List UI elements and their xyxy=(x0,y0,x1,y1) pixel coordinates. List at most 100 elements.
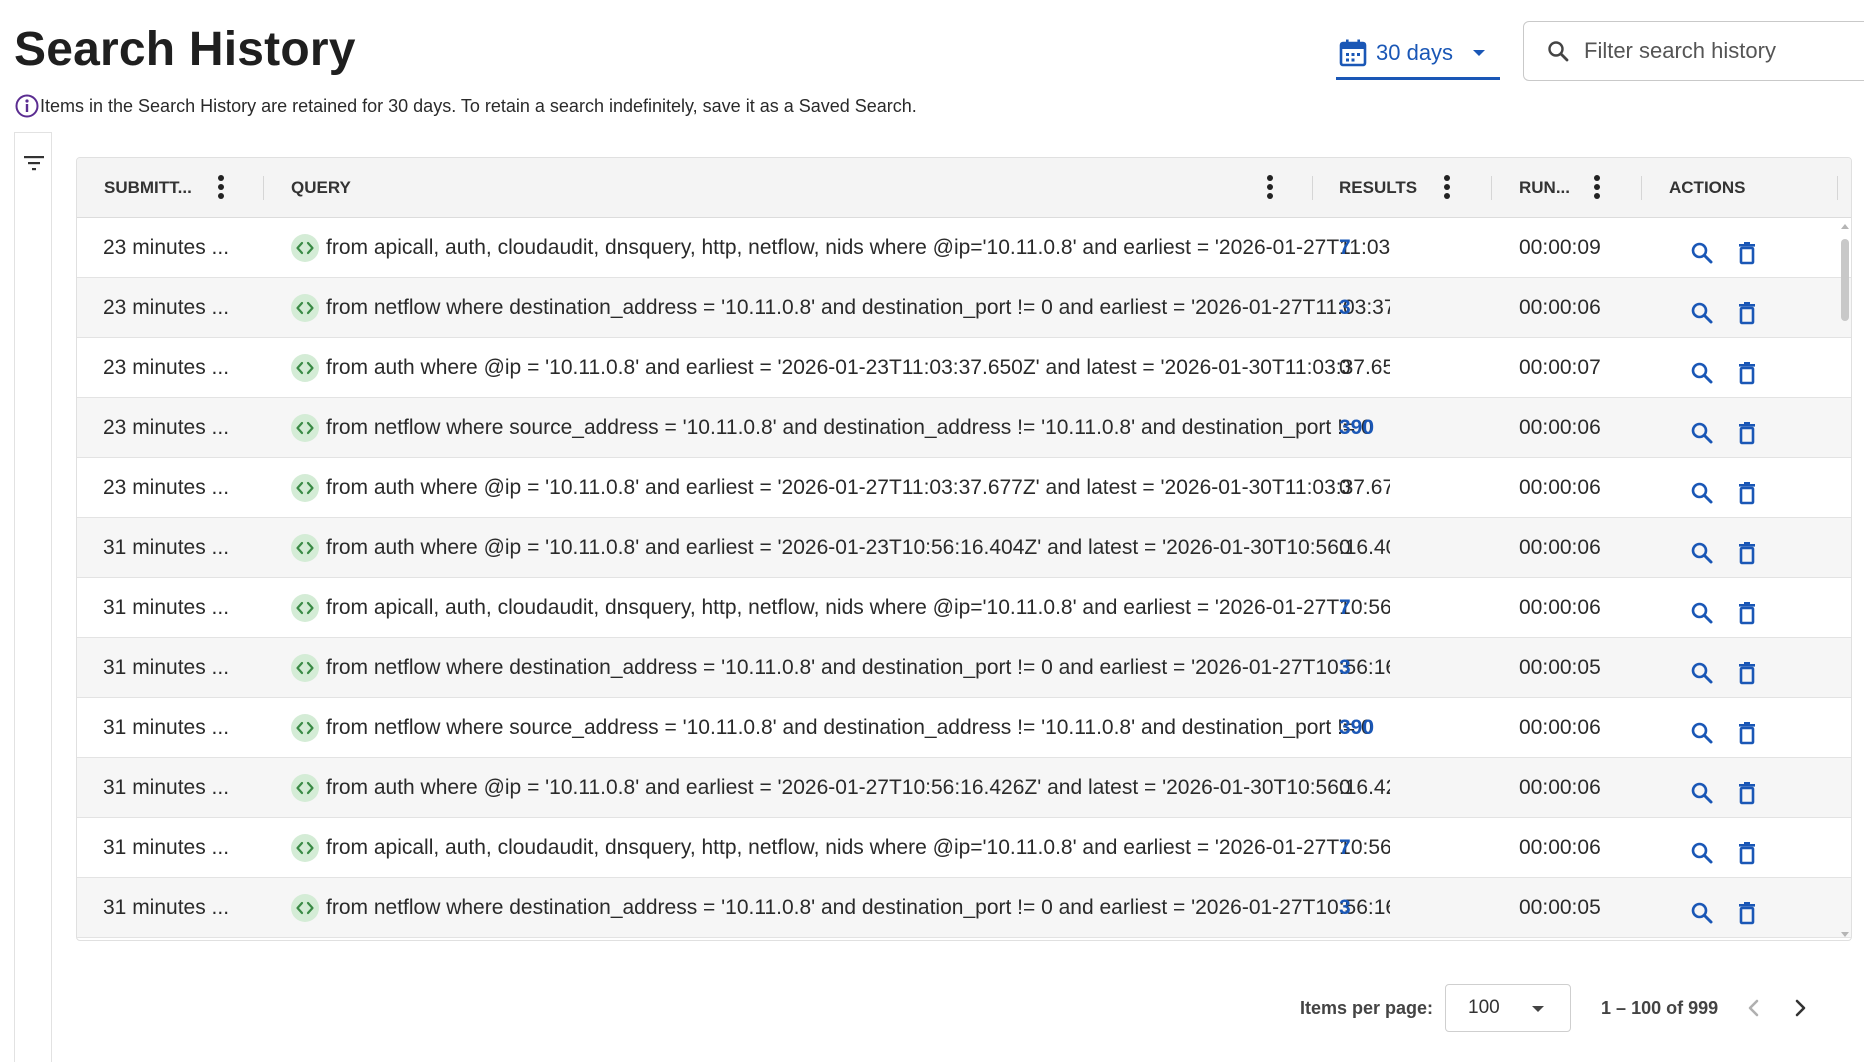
results-cell[interactable]: 3 xyxy=(1339,878,1459,938)
run-search-icon[interactable] xyxy=(1689,660,1715,686)
table-row[interactable]: 31 minutes ... from apicall, auth, cloud… xyxy=(77,818,1851,878)
query-cell[interactable]: from apicall, auth, cloudaudit, dnsquery… xyxy=(290,578,1390,638)
date-range-select[interactable]: 30 days xyxy=(1336,28,1500,80)
actions-cell xyxy=(1689,518,1809,578)
column-menu-icon[interactable] xyxy=(1593,174,1601,200)
submitted-cell: 23 minutes ... xyxy=(103,416,230,439)
trash-icon[interactable] xyxy=(1734,780,1760,806)
results-cell[interactable]: 390 xyxy=(1339,398,1459,458)
query-cell[interactable]: from netflow where destination_address =… xyxy=(290,278,1390,338)
trash-icon[interactable] xyxy=(1734,360,1760,386)
column-separator xyxy=(1837,176,1838,200)
results-cell[interactable]: 3 xyxy=(1339,638,1459,698)
trash-icon[interactable] xyxy=(1734,600,1760,626)
table-row[interactable]: 31 minutes ... from auth where @ip = '10… xyxy=(77,518,1851,578)
run-search-icon[interactable] xyxy=(1689,420,1715,446)
table-row[interactable]: 23 minutes ... from auth where @ip = '10… xyxy=(77,338,1851,398)
results-cell[interactable]: 7 xyxy=(1339,818,1459,878)
submitted-cell: 31 minutes ... xyxy=(103,896,230,919)
date-range-label: 30 days xyxy=(1376,39,1454,65)
code-icon xyxy=(291,534,319,562)
trash-icon[interactable] xyxy=(1734,660,1760,686)
table-row[interactable]: 31 minutes ... from apicall, auth, cloud… xyxy=(77,578,1851,638)
column-separator[interactable] xyxy=(1641,176,1642,200)
trash-icon[interactable] xyxy=(1734,720,1760,746)
trash-icon[interactable] xyxy=(1734,300,1760,326)
query-text: from auth where @ip = '10.11.0.8' and ea… xyxy=(326,356,1390,379)
query-cell[interactable]: from netflow where destination_address =… xyxy=(290,878,1390,938)
column-header-results[interactable]: RESULTS xyxy=(1339,158,1417,218)
run-search-icon[interactable] xyxy=(1689,600,1715,626)
query-cell[interactable]: from auth where @ip = '10.11.0.8' and ea… xyxy=(290,458,1390,518)
scrollbar-thumb[interactable] xyxy=(1841,239,1849,321)
trash-icon[interactable] xyxy=(1734,420,1760,446)
table-row[interactable]: 31 minutes ... from netflow where destin… xyxy=(77,638,1851,698)
results-cell[interactable]: 7 xyxy=(1339,578,1459,638)
column-separator[interactable] xyxy=(1312,176,1313,200)
query-cell[interactable]: from auth where @ip = '10.11.0.8' and ea… xyxy=(290,518,1390,578)
trash-icon[interactable] xyxy=(1734,840,1760,866)
scroll-down-icon[interactable] xyxy=(1840,931,1850,939)
run-search-icon[interactable] xyxy=(1689,720,1715,746)
query-cell[interactable]: from auth where @ip = '10.11.0.8' and ea… xyxy=(290,758,1390,818)
table-body: 23 minutes ... from apicall, auth, cloud… xyxy=(77,218,1851,938)
submitted-cell: 31 minutes ... xyxy=(103,716,230,739)
runtime-cell: 00:00:09 xyxy=(1519,236,1601,259)
results-cell[interactable]: 390 xyxy=(1339,698,1459,758)
filter-search-box[interactable] xyxy=(1523,21,1864,81)
column-menu-icon[interactable] xyxy=(1266,174,1274,200)
previous-page-icon[interactable] xyxy=(1740,994,1768,1022)
table-row[interactable]: 31 minutes ... from auth where @ip = '10… xyxy=(77,758,1851,818)
column-header-query[interactable]: QUERY xyxy=(291,158,351,218)
code-icon xyxy=(291,594,319,622)
column-header-submitted[interactable]: SUBMITT... xyxy=(104,158,192,218)
paginator: Items per page: 100 1 – 100 of 999 xyxy=(1300,984,1860,1032)
trash-icon[interactable] xyxy=(1734,540,1760,566)
table-row[interactable]: 23 minutes ... from auth where @ip = '10… xyxy=(77,458,1851,518)
run-search-icon[interactable] xyxy=(1689,840,1715,866)
table-row[interactable]: 23 minutes ... from netflow where source… xyxy=(77,398,1851,458)
scroll-up-icon[interactable] xyxy=(1840,222,1850,230)
column-separator[interactable] xyxy=(1491,176,1492,200)
run-search-icon[interactable] xyxy=(1689,540,1715,566)
query-cell[interactable]: from auth where @ip = '10.11.0.8' and ea… xyxy=(290,338,1390,398)
run-search-icon[interactable] xyxy=(1689,480,1715,506)
results-cell[interactable]: 7 xyxy=(1339,218,1459,278)
column-menu-icon[interactable] xyxy=(217,174,225,200)
query-cell[interactable]: from netflow where destination_address =… xyxy=(290,638,1390,698)
runtime-cell: 00:00:06 xyxy=(1519,416,1601,439)
items-per-page-select[interactable]: 100 xyxy=(1445,984,1572,1032)
filter-icon[interactable] xyxy=(23,153,45,173)
column-menu-icon[interactable] xyxy=(1443,174,1451,200)
trash-icon[interactable] xyxy=(1734,240,1760,266)
query-cell[interactable]: from apicall, auth, cloudaudit, dnsquery… xyxy=(290,218,1390,278)
code-icon xyxy=(291,234,319,262)
run-search-icon[interactable] xyxy=(1689,360,1715,386)
run-search-icon[interactable] xyxy=(1689,300,1715,326)
search-icon xyxy=(1548,41,1569,62)
trash-icon[interactable] xyxy=(1734,900,1760,926)
table-row[interactable]: 23 minutes ... from apicall, auth, cloud… xyxy=(77,218,1851,278)
filter-search-input[interactable] xyxy=(1582,37,1862,65)
runtime-cell: 00:00:05 xyxy=(1519,656,1601,679)
table-scrollbar[interactable] xyxy=(1839,218,1851,940)
next-page-icon[interactable] xyxy=(1786,994,1814,1022)
trash-icon[interactable] xyxy=(1734,480,1760,506)
results-cell[interactable]: 3 xyxy=(1339,278,1459,338)
query-cell[interactable]: from apicall, auth, cloudaudit, dnsquery… xyxy=(290,818,1390,878)
run-search-icon[interactable] xyxy=(1689,240,1715,266)
table-row[interactable]: 23 minutes ... from netflow where destin… xyxy=(77,278,1851,338)
submitted-cell: 31 minutes ... xyxy=(103,536,230,559)
column-label-runtime: RUN... xyxy=(1519,178,1570,197)
query-text: from auth where @ip = '10.11.0.8' and ea… xyxy=(326,776,1390,799)
query-cell[interactable]: from netflow where source_address = '10.… xyxy=(290,698,1390,758)
run-search-icon[interactable] xyxy=(1689,780,1715,806)
query-cell[interactable]: from netflow where source_address = '10.… xyxy=(290,398,1390,458)
table-row[interactable]: 31 minutes ... from netflow where source… xyxy=(77,698,1851,758)
run-search-icon[interactable] xyxy=(1689,900,1715,926)
column-separator[interactable] xyxy=(263,176,264,200)
code-icon xyxy=(291,714,319,742)
query-text: from netflow where destination_address =… xyxy=(326,656,1390,679)
column-header-runtime[interactable]: RUN... xyxy=(1519,158,1570,218)
table-row[interactable]: 31 minutes ... from netflow where destin… xyxy=(77,878,1851,938)
